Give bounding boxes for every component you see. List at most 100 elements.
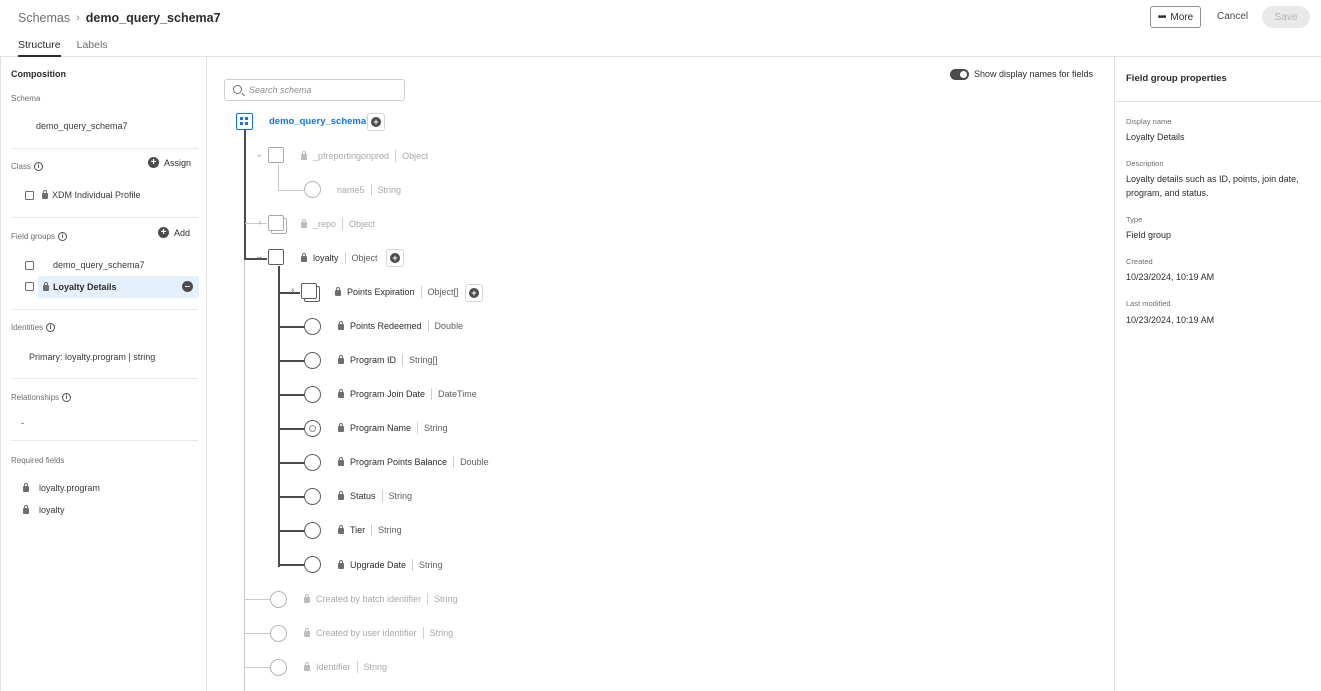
add-field-button[interactable]: + [367,113,385,131]
chevron-right-icon: › [76,12,80,24]
tree-line [280,462,306,464]
field-group-item[interactable]: demo_query_schema7 [53,260,145,270]
search-icon [233,85,242,94]
separator [427,593,429,605]
tree-node[interactable]: Program ID String[] [338,351,438,369]
field-icon [304,318,321,335]
field-group-checkbox[interactable] [25,282,34,291]
breadcrumb-schemas-link[interactable]: Schemas [18,11,70,25]
tree-node[interactable]: Identifier String [304,658,387,676]
tree-node[interactable]: Created by batch identifier String [304,590,458,608]
tree-node[interactable]: Program Name String [338,419,448,437]
info-icon[interactable]: i [34,162,44,171]
field-icon [304,522,321,539]
tree-line [280,394,306,396]
field-type: String [424,423,448,433]
breadcrumb: Schemas › demo_query_schema7 [18,11,221,25]
field-type: String [434,594,458,604]
separator [412,559,414,571]
tree-line [245,667,271,668]
tree-line [280,564,306,566]
tree-node[interactable]: Created by user identifier String [304,624,453,642]
tree-node[interactable]: Upgrade Date String [338,556,443,574]
lock-icon [338,388,344,398]
schema-root-name[interactable]: demo_query_schema7 [269,116,371,127]
search-input[interactable]: Search schema [224,79,405,101]
identity-value: Primary: loyalty.program | string [29,352,156,362]
created-value: 10/23/2024, 10:19 AM [1126,272,1215,282]
chevron-right-icon[interactable]: › [291,285,294,296]
class-checkbox[interactable] [25,191,34,200]
tree-node[interactable]: Points Redeemed Double [338,317,463,335]
info-icon[interactable]: i [46,323,56,332]
lock-icon [304,627,310,637]
chevron-down-icon[interactable]: ⌄ [255,149,263,160]
field-group-checkbox[interactable] [25,261,34,270]
tree-node[interactable]: Program Join Date DateTime [338,385,477,403]
breadcrumb-current: demo_query_schema7 [85,11,221,25]
add-field-group-button[interactable]: + Add [158,227,190,238]
field-icon [270,625,287,642]
object-array-icon [268,215,284,231]
field-type: Object [349,219,376,229]
info-icon[interactable]: i [58,232,68,241]
add-field-button[interactable]: + [386,249,404,267]
object-array-icon [301,283,317,299]
schema-canvas: Search schema Show display names for fie… [207,57,1114,691]
info-icon[interactable]: i [62,393,72,402]
properties-panel: Field group properties Display name Loya… [1114,57,1321,691]
add-field-button[interactable]: + [465,284,483,302]
field-type: Object[] [427,287,459,297]
display-names-toggle[interactable] [950,69,969,80]
assign-button[interactable]: + Assign [148,157,191,168]
tree-node[interactable]: Points Expiration Object[] [335,283,459,301]
field-type: String [388,491,413,501]
separator [356,661,358,673]
schema-name[interactable]: demo_query_schema7 [36,121,128,131]
tree-node[interactable]: Program Points Balance Double [338,453,489,471]
chevron-down-icon[interactable]: ⌄ [255,251,263,262]
class-item[interactable]: XDM Individual Profile [42,189,141,200]
separator [395,150,397,162]
lock-icon [301,150,307,160]
tree-node[interactable]: Status String [338,487,412,505]
remove-icon[interactable] [182,281,193,292]
divider [1115,101,1321,102]
separator [344,252,346,264]
lock-icon [338,524,344,534]
field-type: String [419,560,443,570]
schema-root-icon[interactable] [236,113,253,130]
field-type: Double [460,457,489,467]
class-label-text: Class [11,162,32,171]
tree-node[interactable]: _repo Object [301,215,375,233]
class-label: Class i [11,162,44,171]
separator [402,354,404,366]
lock-icon [338,456,344,466]
add-circle-icon: + [469,288,479,298]
lock-icon [338,559,344,569]
more-button[interactable]: ••• More [1150,6,1201,28]
lock-icon [43,281,49,291]
modified-value: 10/23/2024, 10:19 AM [1126,315,1215,325]
tree-node[interactable]: name5 String [337,181,401,199]
tree-line [244,260,245,691]
add-circle-icon: + [158,227,169,238]
tab-labels[interactable]: Labels [77,39,108,57]
tree-line [245,599,271,600]
tree-node[interactable]: Tier String [338,521,402,539]
type-label: Type [1126,215,1143,224]
tree-node[interactable]: _pfreportingonprod Object [301,147,428,165]
lock-icon [304,593,310,603]
field-group-item-selected[interactable]: Loyalty Details [38,276,199,298]
object-icon [268,147,284,163]
lock-icon [338,320,344,330]
identities-label-text: Identities [11,323,44,332]
tab-structure[interactable]: Structure [18,39,61,57]
search-placeholder: Search schema [249,85,312,95]
cancel-button[interactable]: Cancel [1217,11,1248,22]
separator [453,456,455,468]
add-circle-icon: + [371,117,381,127]
chevron-right-icon[interactable]: › [258,217,261,228]
tree-node[interactable]: loyalty Object [301,249,378,267]
save-button[interactable]: Save [1262,6,1310,28]
